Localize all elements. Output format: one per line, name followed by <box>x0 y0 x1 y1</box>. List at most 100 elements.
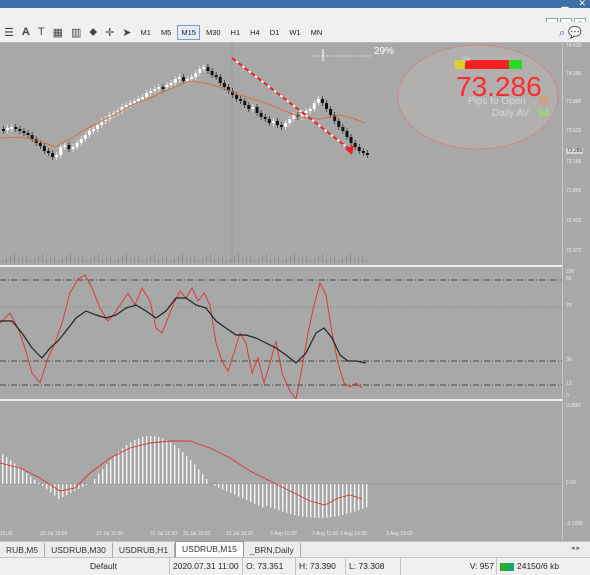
time-tick: 3 Aug 11:00 <box>312 531 339 537</box>
tf-d1[interactable]: D1 <box>266 25 284 40</box>
minimize-icon[interactable]: ▁ <box>562 0 569 8</box>
macd-pane <box>0 436 562 518</box>
rsi-tick: 0 <box>566 393 569 399</box>
candle <box>263 117 267 119</box>
shapes-icon[interactable]: ⬥ <box>89 26 97 39</box>
volume-bar <box>170 260 171 263</box>
candle <box>153 89 157 91</box>
time-tick: 3 Aug 10:30 <box>270 531 297 537</box>
macd-bar <box>366 484 368 508</box>
tf-m15[interactable]: M15 <box>177 24 200 40</box>
tab-scroll-arrows[interactable]: ◂ ▸ <box>571 544 580 552</box>
label-tool-icon[interactable]: T <box>38 26 45 38</box>
tf-m30[interactable]: M30 <box>202 25 225 40</box>
percent-label: 29% <box>374 46 395 57</box>
volume-bar <box>258 258 259 263</box>
tf-m1[interactable]: M1 <box>137 25 155 40</box>
status-traffic: 24150/6 kb <box>496 558 559 575</box>
macd-bar <box>126 445 128 484</box>
volume-bar <box>22 257 23 263</box>
candle <box>83 135 87 139</box>
tab-usdrub-m15[interactable]: USDRUB,M15 <box>175 541 244 557</box>
candle <box>181 77 185 81</box>
crosshair-icon[interactable]: ✛ <box>105 26 114 39</box>
volume-bar <box>262 256 263 263</box>
volume-bar <box>254 260 255 263</box>
time-tick: 3 Aug 18:00 <box>386 531 413 537</box>
candle <box>22 131 26 133</box>
volume-bar <box>138 255 139 263</box>
price-tick: 73.525 <box>566 128 582 134</box>
macd-bar <box>318 484 320 518</box>
price-axis[interactable]: 74.615 74.250 73.890 73.525 73.286 73.16… <box>562 43 590 540</box>
volume-bar <box>130 259 131 263</box>
price-tick: 74.250 <box>566 71 582 77</box>
cursor-icon[interactable]: ➤ <box>122 26 131 39</box>
macd-bar <box>138 438 140 484</box>
close-icon[interactable]: ✕ <box>578 0 586 8</box>
macd-bar <box>274 484 276 509</box>
macd-bar <box>54 484 56 496</box>
fibo-icon[interactable]: ▦ <box>53 26 63 39</box>
volume-bar <box>66 256 67 263</box>
candle <box>316 99 320 103</box>
candle <box>210 71 214 75</box>
daily-av-value: 94 <box>538 108 550 119</box>
macd-bar <box>342 484 344 515</box>
volume-bar <box>50 257 51 263</box>
search-icon[interactable]: ⌕ <box>559 27 565 39</box>
macd-bar <box>18 466 20 484</box>
candle <box>243 101 247 105</box>
daily-av-label: Daily AV <box>492 108 530 119</box>
tf-h1[interactable]: H1 <box>227 25 245 40</box>
macd-bar <box>38 482 40 484</box>
volume-bar <box>106 257 107 263</box>
chart-area[interactable] <box>0 43 562 540</box>
lines-icon[interactable]: ☰ <box>4 26 14 39</box>
time-axis: 15:30 30 Jul 19:00 31 Jul 11:30 31 Jul 1… <box>0 529 562 541</box>
candle <box>222 83 226 87</box>
tab-usdrub-h1[interactable]: USDRUB,H1 <box>113 543 176 557</box>
macd-bar <box>82 484 84 487</box>
candle <box>349 137 353 143</box>
candle <box>38 143 42 146</box>
volume-bar <box>290 256 291 263</box>
drawing-toolbar: ☰ A T ▦ ▥ ⬥ ✛ ➤ M1 M5 M15 M30 H1 H4 D1 W… <box>0 22 590 43</box>
grid-icon[interactable]: ▥ <box>71 26 81 39</box>
tab-rub-m5[interactable]: RUB,M5 <box>0 543 46 557</box>
tf-h4[interactable]: H4 <box>246 25 264 40</box>
tf-m5[interactable]: M5 <box>157 25 175 40</box>
volume-bar <box>242 259 243 263</box>
candle <box>357 147 361 151</box>
candle <box>198 69 202 73</box>
volume-bar <box>94 256 95 263</box>
rsi-tick: 30 <box>566 357 572 363</box>
tab-brn-daily[interactable]: _BRN,Daily <box>244 543 301 557</box>
volume-bar <box>30 260 31 263</box>
chat-icon[interactable]: 💬 <box>568 27 582 39</box>
volume-bar <box>350 254 351 263</box>
macd-bar <box>130 442 132 484</box>
macd-tick: 0.00 <box>566 480 576 486</box>
tab-usdrub-m30[interactable]: USDRUB,M30 <box>45 543 113 557</box>
status-datetime: 2020.07.31 11:00 <box>169 558 239 575</box>
macd-bar <box>98 474 100 484</box>
candle <box>14 127 18 129</box>
candle <box>79 139 83 143</box>
volume-bar <box>270 259 271 263</box>
tf-mn[interactable]: MN <box>307 25 327 40</box>
text-tool-button[interactable]: A <box>22 26 30 38</box>
candle <box>124 105 128 107</box>
volume-bar <box>10 256 11 263</box>
volume-bar <box>278 255 279 263</box>
volume-bar <box>342 258 343 263</box>
tf-w1[interactable]: W1 <box>285 25 304 40</box>
candle <box>365 153 369 155</box>
volume-bar <box>194 255 195 263</box>
macd-bar <box>226 484 228 492</box>
rsi-slow-line <box>0 297 367 364</box>
volume-bar <box>102 259 103 263</box>
candle <box>59 147 63 155</box>
volume-bar <box>274 257 275 263</box>
macd-bar <box>346 484 348 514</box>
